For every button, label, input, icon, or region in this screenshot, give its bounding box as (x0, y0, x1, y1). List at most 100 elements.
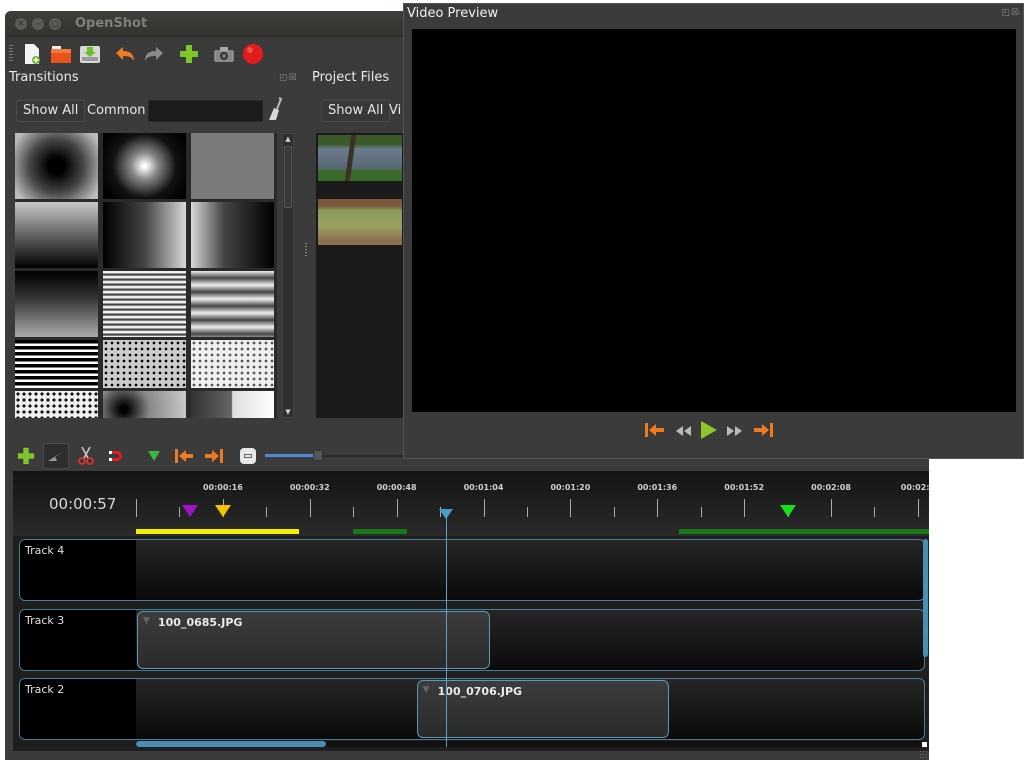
ruler-minor-tick (526, 507, 528, 517)
timeline-track[interactable]: Track 3 ▼ 100_0685.JPG (19, 609, 925, 671)
fast-forward-icon[interactable] (726, 424, 744, 440)
transition-thumb[interactable] (103, 133, 186, 199)
import-files-icon[interactable] (178, 43, 200, 65)
track-header[interactable]: Track 4 (20, 540, 136, 600)
transition-thumb[interactable] (15, 340, 98, 388)
scrollbar-thumb[interactable] (284, 146, 292, 208)
transition-thumb[interactable] (103, 391, 186, 418)
project-file-thumb[interactable] (318, 135, 402, 181)
ruler-major-tick (917, 499, 919, 517)
timeline-track[interactable]: Track 4 (19, 539, 925, 601)
project-files-show-all-button[interactable]: Show All (321, 100, 391, 122)
transition-thumb[interactable] (103, 271, 186, 337)
scroll-up-icon[interactable]: ▲ (284, 135, 292, 143)
next-marker-icon[interactable] (201, 443, 227, 469)
broom-icon[interactable] (267, 97, 283, 125)
clip-menu-icon[interactable]: ▼ (143, 616, 150, 626)
export-video-icon[interactable] (242, 43, 264, 65)
ruler-minor-tick (613, 507, 615, 517)
transitions-dock-controls[interactable]: ◰☒ (279, 73, 298, 83)
selection-tool-icon[interactable] (43, 443, 69, 469)
transition-thumb[interactable] (103, 340, 186, 388)
ruler-major-tick (136, 499, 137, 517)
clip-menu-icon[interactable]: ▼ (423, 685, 430, 695)
add-track-icon[interactable] (13, 443, 39, 469)
rewind-icon[interactable] (674, 424, 692, 440)
timeline-clip[interactable]: ▼ 100_0685.JPG (137, 611, 490, 669)
track-name: Track 3 (25, 614, 65, 627)
scroll-corner (922, 742, 927, 747)
timeline-vertical-scrollbar[interactable] (923, 539, 928, 657)
transition-thumb[interactable] (191, 340, 274, 388)
project-file-thumb[interactable] (318, 199, 402, 245)
transitions-panel-title: Transitions (9, 70, 79, 85)
zoom-fit-icon[interactable] (235, 443, 261, 469)
resize-grip[interactable] (919, 750, 927, 758)
playhead-line[interactable] (445, 511, 447, 747)
transitions-scrollbar[interactable]: ▲ ▼ (282, 133, 294, 418)
clip-name: 100_0685.JPG (158, 616, 243, 629)
scroll-down-icon[interactable]: ▼ (284, 408, 292, 416)
jump-to-start-icon[interactable] (644, 422, 666, 441)
razor-tool-icon[interactable] (73, 443, 99, 469)
zoom-slider-handle[interactable] (312, 450, 323, 461)
transitions-show-all-button[interactable]: Show All (16, 100, 86, 122)
timeline-marker[interactable] (214, 505, 231, 517)
transition-thumb[interactable] (15, 202, 98, 268)
transition-thumb[interactable] (191, 391, 274, 418)
transition-thumb[interactable] (191, 202, 274, 268)
project-files-panel-title: Project Files (312, 70, 390, 85)
ruler-major-tick (744, 499, 746, 517)
timeline-clip[interactable]: ▼ 100_0706.JPG (416, 680, 670, 738)
app-title: OpenShot (75, 16, 148, 31)
jump-to-end-icon[interactable] (752, 422, 774, 441)
timeline-horizontal-scrollbar[interactable] (136, 741, 926, 747)
transition-thumb[interactable] (191, 133, 274, 199)
transition-thumb[interactable] (15, 391, 98, 418)
timeline-marker[interactable] (182, 505, 199, 517)
timeline: 00:00:57 00:00:16 00:00:32 00:00:48 00:01:0… (13, 471, 929, 751)
new-project-icon[interactable] (21, 43, 43, 65)
ruler-minor-tick (700, 507, 702, 517)
timeline-track[interactable]: Track 2 ▼ 100_0706.JPG (19, 678, 925, 740)
undo-icon[interactable] (114, 43, 136, 65)
ruler-tick-label: 00:00:16 (202, 483, 243, 492)
timeline-range-bar[interactable] (679, 529, 929, 534)
minimize-window-button[interactable]: – (32, 17, 44, 30)
play-icon[interactable] (700, 420, 718, 443)
timeline-ruler[interactable]: 00:00:57 00:00:16 00:00:32 00:00:48 00:01:0… (13, 471, 929, 536)
add-marker-icon[interactable] (141, 443, 167, 469)
splitter-handle[interactable] (305, 243, 307, 257)
ruler-minor-tick (179, 507, 181, 517)
open-project-icon[interactable] (50, 43, 72, 65)
timeline-range-bar[interactable] (353, 529, 408, 534)
track-header[interactable]: Track 3 (20, 610, 136, 670)
save-project-icon[interactable] (79, 43, 101, 65)
export-snapshot-icon[interactable] (213, 43, 235, 65)
ruler-major-tick (657, 499, 659, 517)
maximize-window-button[interactable]: ▢ (49, 17, 61, 30)
transition-thumb[interactable] (15, 271, 98, 337)
track-header[interactable]: Track 2 (20, 679, 136, 739)
hscroll-thumb[interactable] (136, 741, 326, 747)
zoom-slider[interactable] (265, 450, 415, 462)
timeline-marker[interactable] (779, 505, 796, 517)
ruler-minor-tick (874, 507, 876, 517)
previous-marker-icon[interactable] (171, 443, 197, 469)
transitions-grid (15, 133, 277, 418)
timeline-toolbar (13, 441, 415, 471)
timeline-range-bar[interactable] (136, 529, 299, 534)
ruler-tick-label: 00:00:32 (289, 483, 330, 492)
preview-dock-controls[interactable]: ◰☒ (1001, 8, 1020, 18)
close-window-button[interactable]: ✕ (15, 17, 27, 30)
ruler-major-tick (570, 499, 572, 517)
project-files-video-filter[interactable]: Vi (389, 103, 401, 118)
transition-thumb[interactable] (191, 271, 274, 337)
transitions-search-input[interactable] (148, 100, 263, 122)
transitions-common-filter[interactable]: Common (87, 103, 146, 118)
transition-thumb[interactable] (103, 202, 186, 268)
snapping-magnet-icon[interactable] (103, 443, 129, 469)
redo-icon[interactable] (143, 43, 165, 65)
transition-thumb[interactable] (15, 133, 98, 199)
toolbar-grip[interactable] (9, 44, 13, 63)
